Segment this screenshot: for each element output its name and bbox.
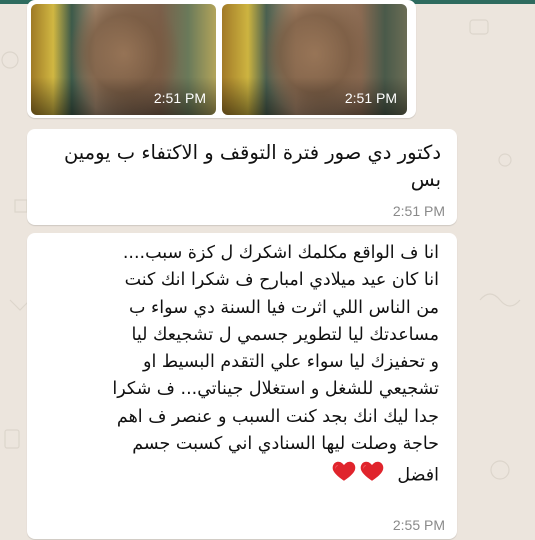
message-line-text: افضل	[397, 466, 439, 487]
message-line: تشجيعي للشغل و استغلال جيناتي... ف شكرا	[112, 379, 439, 400]
message-timestamp: 2:51 PM	[392, 203, 445, 219]
message-line: مساعدتك ليا لتطوير جسمي ل تشجيعك ليا	[131, 324, 439, 345]
red-heart-icon	[331, 458, 357, 484]
photo-message[interactable]: 2:51 PM 2:51 PM	[27, 0, 416, 118]
message-line: حاجة وصلت ليها السنادي اني كسبت جسم	[132, 434, 439, 455]
photo-thumbnail-2[interactable]: 2:51 PM	[222, 4, 407, 115]
red-heart-icon	[359, 458, 385, 484]
message-timestamp: 2:51 PM	[153, 90, 206, 106]
emoji-group	[330, 458, 386, 493]
text-message[interactable]: انا ف الواقع مكلمك اشكرك ل كزة سبب.... ا…	[27, 233, 457, 539]
text-message[interactable]: دكتور دي صور فترة التوقف و الاكتفاء ب يو…	[27, 129, 457, 225]
message-timestamp: 2:55 PM	[392, 517, 445, 533]
message-line: و تحفيزك ليا سواء علي التقدم البسيط او	[143, 352, 439, 373]
message-line: جدا ليك انك بجد كنت السبب و عنصر ف اهم	[116, 406, 439, 427]
message-line: انا ف الواقع مكلمك اشكرك ل كزة سبب....	[122, 243, 439, 263]
message-line: انا كان عيد ميلادي امبارح ف شكرا انك كنت	[124, 270, 439, 291]
message-timestamp: 2:51 PM	[344, 90, 397, 106]
message-line: افضل	[39, 458, 439, 493]
photo-thumbnail-1[interactable]: 2:51 PM	[31, 4, 216, 115]
message-line: من الناس اللي اثرت فيا السنة دي سواء ب	[128, 297, 439, 318]
message-text: دكتور دي صور فترة التوقف و الاكتفاء ب يو…	[63, 141, 441, 191]
message-text: انا ف الواقع مكلمك اشكرك ل كزة سبب.... ا…	[39, 240, 439, 494]
